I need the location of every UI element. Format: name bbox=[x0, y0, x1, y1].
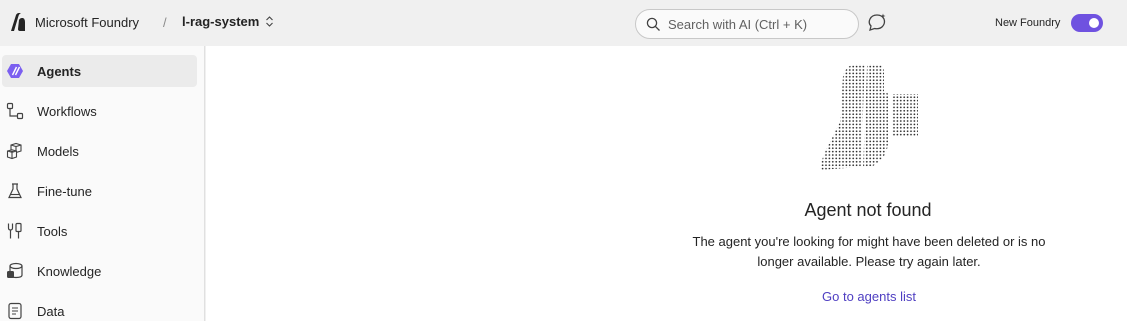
flask-icon bbox=[6, 182, 24, 200]
sidebar-item-label: Fine-tune bbox=[37, 183, 92, 199]
project-selector[interactable]: l-rag-system bbox=[182, 14, 274, 29]
sidebar-item-knowledge[interactable]: Knowledge bbox=[2, 255, 197, 287]
workflow-icon bbox=[6, 102, 24, 120]
search-icon bbox=[646, 17, 660, 31]
new-foundry-label: New Foundry bbox=[995, 17, 1061, 29]
new-foundry-toggle[interactable] bbox=[1071, 14, 1103, 32]
top-bar: Microsoft Foundry / l-rag-system New Fou… bbox=[0, 0, 1127, 46]
chevron-up-down-icon bbox=[266, 16, 274, 27]
sidebar-item-workflows[interactable]: Workflows bbox=[2, 95, 197, 127]
project-name: l-rag-system bbox=[182, 14, 260, 29]
sidebar-item-agents[interactable]: Agents bbox=[2, 55, 197, 87]
sidebar-item-label: Models bbox=[37, 143, 79, 159]
agents-icon bbox=[6, 62, 24, 80]
sidebar-item-tools[interactable]: Tools bbox=[2, 215, 197, 247]
search-input[interactable] bbox=[668, 16, 848, 32]
search-box[interactable] bbox=[635, 9, 859, 39]
foundry-logo-icon[interactable] bbox=[9, 12, 27, 32]
page-title: Agent not found bbox=[804, 200, 932, 220]
sidebar-item-label: Tools bbox=[37, 223, 68, 239]
document-icon bbox=[6, 302, 24, 320]
agents-list-link[interactable]: Go to agents list bbox=[674, 289, 1064, 304]
copilot-chat-icon[interactable] bbox=[866, 12, 888, 34]
sidebar-item-label: Knowledge bbox=[37, 263, 102, 279]
brand-name[interactable]: Microsoft Foundry bbox=[35, 15, 139, 30]
cube-icon bbox=[6, 142, 24, 160]
main-content: Agent not found The agent you're looking… bbox=[206, 46, 1127, 321]
sidebar-item-label: Agents bbox=[37, 63, 82, 79]
sidebar-item-fine-tune[interactable]: Fine-tune bbox=[2, 175, 197, 207]
sidebar-item-models[interactable]: Models bbox=[2, 135, 197, 167]
sidebar-item-data[interactable]: Data bbox=[2, 295, 197, 321]
database-icon bbox=[6, 262, 24, 280]
sidebar: Agents Workflows Models Fine-tune Tools … bbox=[0, 46, 205, 321]
breadcrumb-separator: / bbox=[163, 15, 167, 30]
agent-not-found-illustration bbox=[820, 63, 918, 170]
sidebar-item-label: Data bbox=[37, 303, 65, 319]
tools-icon bbox=[6, 222, 24, 240]
error-message: The agent you're looking for might have … bbox=[692, 234, 1046, 269]
sidebar-item-label: Workflows bbox=[37, 103, 97, 119]
